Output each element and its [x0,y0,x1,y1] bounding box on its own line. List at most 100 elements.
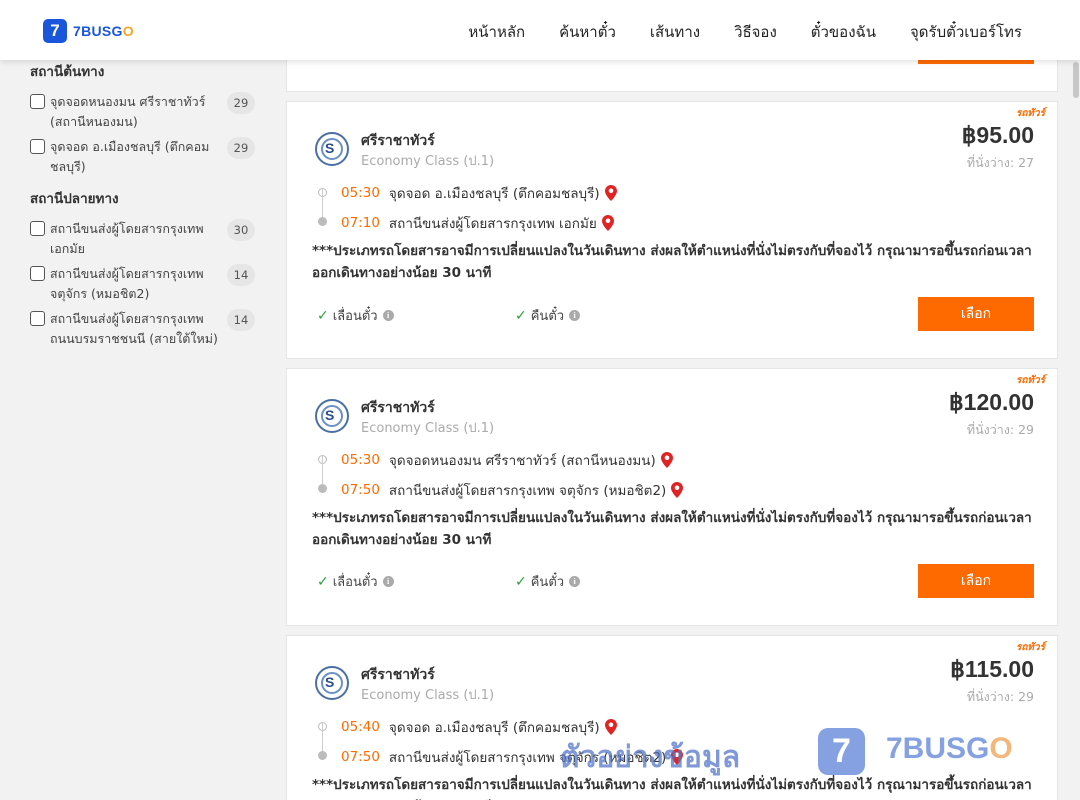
nav-routes[interactable]: เส้นทาง [650,20,700,44]
route-line [322,188,332,220]
origin-filter-item[interactable]: จุดจอด อ.เมืองชลบุรี (ตึกคอมชลบุรี) 29 [30,137,255,177]
scrollbar-track[interactable] [1072,60,1080,800]
map-pin-icon[interactable] [601,215,614,231]
destination-filter-label: สถานีขนส่งผู้โดยสารกรุงเทพ ถนนบรมราชชนนี… [50,311,218,346]
map-pin-icon[interactable] [671,482,684,498]
logo-text: 7BUSGO [73,23,134,39]
scrollbar-thumb[interactable] [1073,62,1079,98]
bus-type-tag: รถทัวร์ [1015,108,1045,119]
reschedule-feature: ✓ เลื่อนตั๋ว i [317,305,394,326]
check-icon: ✓ [317,307,329,324]
trip-notice: ***ประเภทรถโดยสารอาจมีการเปลี่ยนแปลงในวั… [312,510,1032,548]
nav-my-tickets[interactable]: ตั๋วของฉัน [811,20,876,44]
departure-stop-name: จุดจอด อ.เมืองชลบุรี (ตึกคอมชลบุรี) [388,186,600,202]
top-header: 7 7BUSGO หน้าหลัก ค้นหาตั๋ว เส้นทาง วิธี… [0,0,1080,60]
logo-badge-icon: 7 [43,19,67,43]
departure-time: 05:30 [341,452,380,468]
map-pin-icon[interactable] [604,719,617,735]
select-button[interactable]: เลือก [918,297,1034,331]
departure-stop: 05:30 จุดจอด อ.เมืองชลบุรี (ตึกคอมชลบุรี… [341,182,617,204]
origin-filter-title: สถานีต้นทาง [30,64,105,80]
check-icon: ✓ [515,573,527,590]
destination-filter-item[interactable]: สถานีขนส่งผู้โดยสารกรุงเทพ จตุจักร (หมอช… [30,264,255,304]
ticket-price: ฿120.00 [949,389,1034,415]
destination-filter-label: สถานีขนส่งผู้โดยสารกรุงเทพ จตุจักร (หมอช… [50,266,204,301]
map-pin-icon[interactable] [604,185,617,201]
departure-stop: 05:40 จุดจอด อ.เมืองชลบุรี (ตึกคอมชลบุรี… [341,716,617,738]
origin-count-badge: 29 [227,92,255,114]
info-icon[interactable]: i [569,576,581,587]
map-pin-icon[interactable] [660,452,673,468]
trip-notice: ***ประเภทรถโดยสารอาจมีการเปลี่ยนแปลงในวั… [312,243,1032,281]
origin-filter-item[interactable]: จุดจอดหนองมน ศรีราชาทัวร์ (สถานีหนองมน) … [30,92,255,132]
destination-filter-title: สถานีปลายทาง [30,191,119,207]
origin-checkbox[interactable] [30,94,45,109]
operator-logo-icon: S [315,399,349,433]
operator-name: ศรีราชาทัวร์ [361,400,435,416]
bus-class: Economy Class (ป.1) [361,154,495,169]
info-icon[interactable]: i [569,310,581,321]
arrival-dot [318,484,327,493]
logo-text-accent: O [122,23,134,39]
trip-card: รถทัวร์ S ศรีราชาทัวร์ Economy Class (ป.… [286,101,1058,359]
seats-available: ที่นั่งว่าง: 29 [966,422,1034,437]
origin-count-badge: 29 [227,137,255,159]
route-line [322,722,332,754]
map-pin-icon[interactable] [671,749,684,765]
origin-checkbox[interactable] [30,139,45,154]
trip-card: รถทัวร์ S ศรีราชาทัวร์ Economy Class (ป.… [286,635,1058,800]
bus-type-tag: รถทัวร์ [1015,375,1045,386]
destination-filter-label: สถานีขนส่งผู้โดยสารกรุงเทพ เอกมัย [50,221,204,256]
arrival-stop: 07:50 สถานีขนส่งผู้โดยสารกรุงเทพ จตุจักร… [341,479,684,501]
reschedule-label: เลื่อนตั๋ว [332,309,378,324]
arrival-dot [318,217,327,226]
origin-filter-label: จุดจอดหนองมน ศรีราชาทัวร์ (สถานีหนองมน) [50,94,206,129]
destination-filter-item[interactable]: สถานีขนส่งผู้โดยสารกรุงเทพ ถนนบรมราชชนนี… [30,309,255,349]
arrival-stop: 07:10 สถานีขนส่งผู้โดยสารกรุงเทพ เอกมัย [341,212,614,234]
operator-name: ศรีราชาทัวร์ [361,133,435,149]
departure-stop: 05:30 จุดจอดหนองมน ศรีราชาทัวร์ (สถานีหน… [341,449,673,471]
site-logo[interactable]: 7 7BUSGO [43,19,134,43]
select-button[interactable]: เลือก [918,564,1034,598]
check-icon: ✓ [317,573,329,590]
destination-count-badge: 14 [227,264,255,286]
destination-checkbox[interactable] [30,311,45,326]
departure-stop-name: จุดจอด อ.เมืองชลบุรี (ตึกคอมชลบุรี) [388,720,600,736]
arrival-stop-name: สถานีขนส่งผู้โดยสารกรุงเทพ จตุจักร (หมอช… [388,750,667,766]
destination-checkbox[interactable] [30,221,45,236]
nav-search-ticket[interactable]: ค้นหาตั๋ว [559,20,616,44]
trip-card: รถทัวร์ S ศรีราชาทัวร์ Economy Class (ป.… [286,368,1058,626]
departure-time: 05:30 [341,185,380,201]
nav-home[interactable]: หน้าหลัก [468,20,525,44]
arrival-time: 07:10 [341,215,380,231]
seats-available: ที่นั่งว่าง: 29 [966,689,1034,704]
destination-checkbox[interactable] [30,266,45,281]
refund-label: คืนตั๋ว [530,309,565,324]
arrival-stop-name: สถานีขนส่งผู้โดยสารกรุงเทพ เอกมัย [388,216,597,232]
operator-logo-icon: S [315,132,349,166]
departure-time: 05:40 [341,719,380,735]
refund-feature: ✓ คืนตั๋ว i [515,305,581,326]
info-icon[interactable]: i [382,310,394,321]
bus-type-tag: รถทัวร์ [1015,642,1045,653]
arrival-stop-name: สถานีขนส่งผู้โดยสารกรุงเทพ จตุจักร (หมอช… [388,483,667,499]
destination-count-badge: 14 [227,309,255,331]
info-icon[interactable]: i [382,576,394,587]
main-nav: หน้าหลัก ค้นหาตั๋ว เส้นทาง วิธีจอง ตั๋วข… [468,20,1022,44]
refund-feature: ✓ คืนตั๋ว i [515,571,581,592]
operator-name: ศรีราชาทัวร์ [361,667,435,683]
nav-how-to-book[interactable]: วิธีจอง [734,20,777,44]
operator-logo-icon: S [315,666,349,700]
trip-notice: ***ประเภทรถโดยสารอาจมีการเปลี่ยนแปลงในวั… [312,777,1032,800]
bus-class: Economy Class (ป.1) [361,688,495,703]
departure-stop-name: จุดจอดหนองมน ศรีราชาทัวร์ (สถานีหนองมน) [388,453,656,469]
destination-filter-group: สถานีปลายทาง สถานีขนส่งผู้โดยสารกรุงเทพ … [30,189,255,349]
route-line [322,455,332,487]
nav-ticket-pickup-phone[interactable]: จุดรับตั๋วเบอร์โทร [910,20,1022,44]
ticket-price: ฿115.00 [950,656,1034,682]
filter-sidebar: สถานีต้นทาง จุดจอดหนองมน ศรีราชาทัวร์ (ส… [30,62,255,361]
destination-filter-item[interactable]: สถานีขนส่งผู้โดยสารกรุงเทพ เอกมัย 30 [30,219,255,259]
arrival-time: 07:50 [341,749,380,765]
arrival-stop: 07:50 สถานีขนส่งผู้โดยสารกรุงเทพ จตุจักร… [341,746,684,768]
origin-filter-label: จุดจอด อ.เมืองชลบุรี (ตึกคอมชลบุรี) [50,139,210,174]
